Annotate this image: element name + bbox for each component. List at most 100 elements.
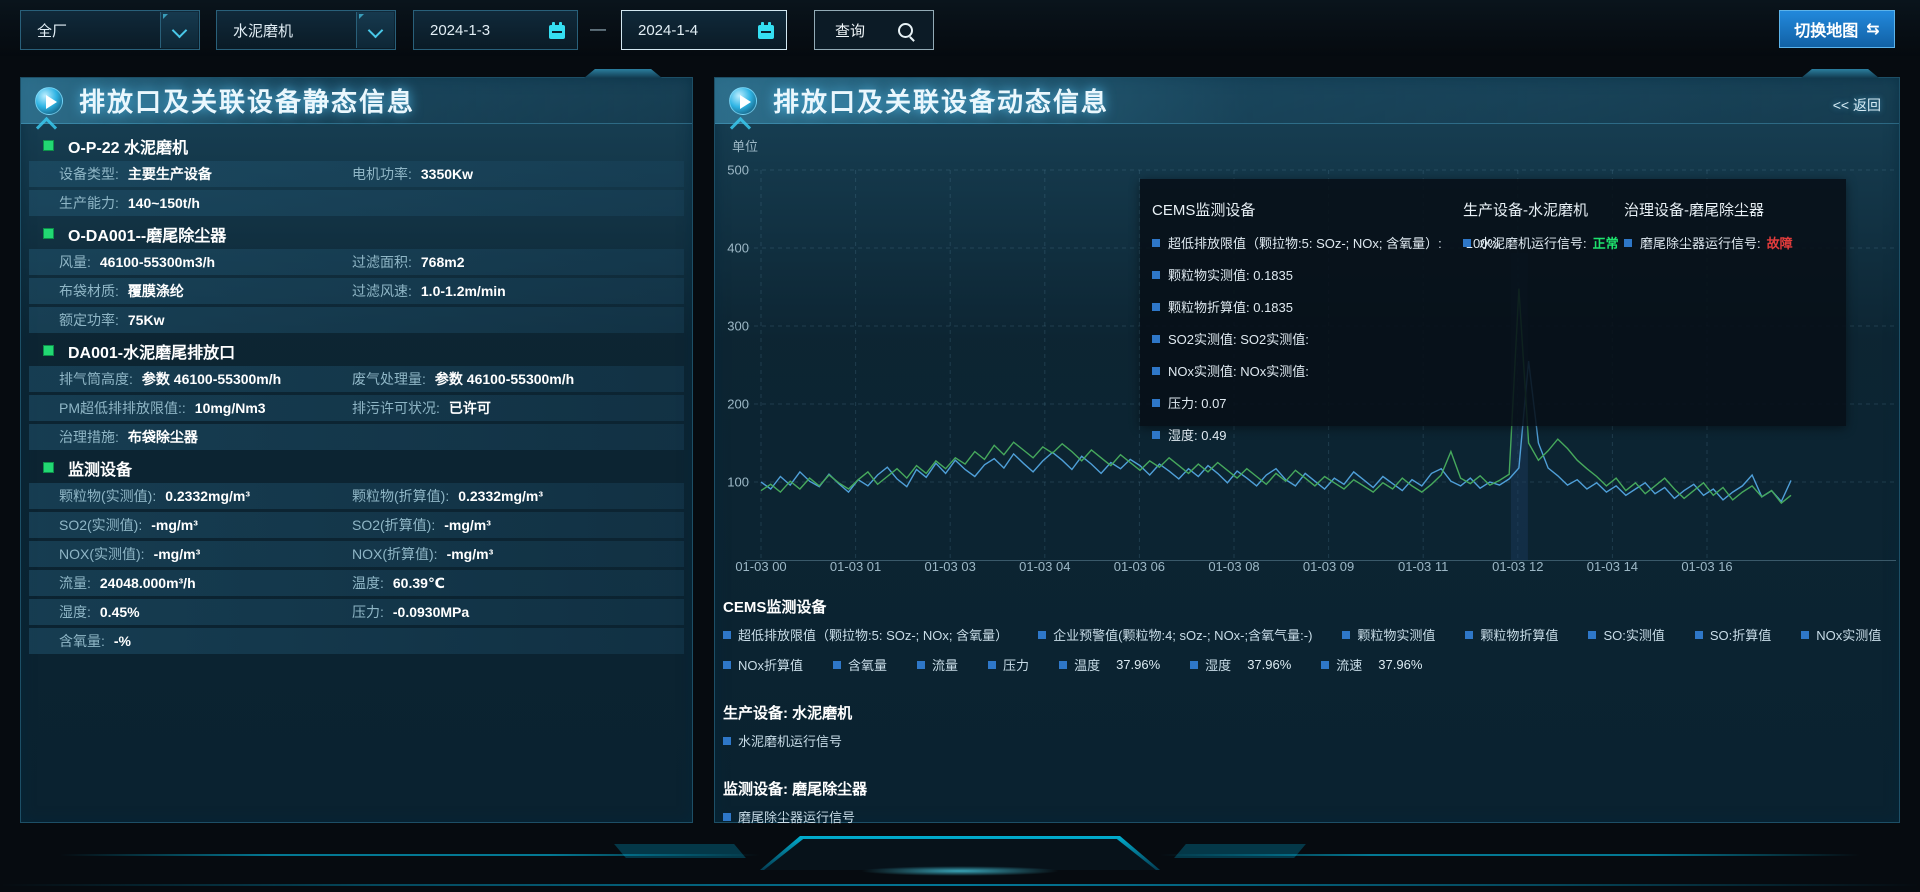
info-cell: 过滤面积:768m2 xyxy=(352,252,464,272)
tooltip-item: NOx实测值: NOx实测值: xyxy=(1152,361,1499,380)
footer-decoration xyxy=(0,826,1920,892)
legend-item[interactable]: 流量 xyxy=(917,655,958,674)
info-cell: NOX(折算值):-mg/m³ xyxy=(352,544,493,564)
info-cell: 湿度:0.45% xyxy=(59,602,352,622)
chart-tooltip: CEMS监测设备超低排放限值（颗拉物:5: SOz-; NOx; 含氧量）:10… xyxy=(1140,179,1846,426)
tooltip-item: 颗粒物实测值: 0.1835 xyxy=(1152,265,1499,284)
top-toolbar: 全厂 水泥磨机 2024-1-3 — 2024-1-4 xyxy=(0,0,1920,56)
legend-item[interactable]: SO:折算值 xyxy=(1695,625,1771,644)
legend-item-label: 压力 xyxy=(1003,655,1029,674)
tooltip-item-text: 压力: 0.07 xyxy=(1168,393,1227,412)
info-value: 0.2332mg/m³ xyxy=(165,488,250,504)
panel-tab-decoration xyxy=(584,69,662,78)
info-label: 含氧量: xyxy=(59,631,105,651)
info-label: 生产能力: xyxy=(59,193,119,213)
calendar-icon[interactable] xyxy=(547,21,567,41)
legend-item[interactable]: NOx折算值 xyxy=(723,655,803,674)
info-label: 颗粒物(实测值): xyxy=(59,486,156,506)
calendar-icon[interactable] xyxy=(756,21,776,41)
info-row: 颗粒物(实测值): 0.2332mg/m³ 颗粒物(折算值):0.2332mg/m³ xyxy=(29,483,684,509)
info-cell: SO2(实测值):-mg/m³ xyxy=(59,515,352,535)
info-value: 768m2 xyxy=(421,254,465,270)
legend-item[interactable]: 流速37.96% xyxy=(1321,655,1422,674)
info-cell: 流量:24048.000m³/h xyxy=(59,573,352,593)
legend-group-header: 生产设备: 水泥磨机 xyxy=(723,702,1895,720)
y-axis-unit-label: 单位 xyxy=(732,136,758,155)
swap-arrows-icon: ⇆ xyxy=(1866,19,1879,39)
legend-item[interactable]: 磨尾除尘器运行信号 xyxy=(723,807,855,826)
info-cell: 额定功率:75Kw xyxy=(59,310,352,330)
legend-square-icon xyxy=(1152,303,1160,311)
legend-item[interactable]: 颗粒物实测值 xyxy=(1342,625,1435,644)
info-cell: 废气处理量:参数 46100-55300m/h xyxy=(352,369,574,389)
section-title: DA001-水泥磨尾排放口 xyxy=(68,339,235,363)
info-label: 颗粒物(折算值): xyxy=(352,486,449,506)
legend-group-header: CEMS监测设备 xyxy=(723,596,1895,614)
legend-item[interactable]: 含氧量 xyxy=(833,655,887,674)
section-bullet-icon xyxy=(43,140,54,151)
tooltip-item: 水泥磨机运行信号:正常 xyxy=(1463,233,1619,252)
info-cell: 含氧量:-% xyxy=(59,631,352,651)
status-badge: 故障 xyxy=(1767,233,1793,252)
info-value: 1.0-1.2m/min xyxy=(421,283,506,299)
info-row: 湿度:0.45%压力: -0.0930MPa xyxy=(29,599,684,625)
y-axis-tick: 400 xyxy=(715,241,749,256)
start-date-input[interactable]: 2024-1-3 xyxy=(413,10,578,50)
info-label: 过滤风速: xyxy=(352,281,412,301)
legend-item-label: SO:折算值 xyxy=(1710,625,1771,644)
info-label: 排污许可状况: xyxy=(352,398,440,418)
panel-tab-decoration xyxy=(1801,69,1879,78)
info-label: 温度: xyxy=(352,573,384,593)
legend-item-label: 颗粒物实测值 xyxy=(1357,625,1435,644)
chart-legend: CEMS监测设备超低排放限值（颗拉物:5: SOz-; NOx; 含氧量） 企业预… xyxy=(723,596,1895,826)
chevron-down-icon[interactable] xyxy=(160,12,198,48)
plant-select[interactable]: 全厂 xyxy=(20,10,200,50)
section-header: O-P-22 水泥磨机 xyxy=(29,131,684,160)
info-cell: 布袋材质:覆膜涤纶 xyxy=(59,281,352,301)
legend-item-label: 流速 xyxy=(1336,655,1362,674)
tooltip-item-text: SO2实测值: SO2实测值: xyxy=(1168,329,1309,348)
info-label: PM超低排排放限值:: xyxy=(59,398,186,418)
info-row: 生产能力:140~150t/h xyxy=(29,190,684,216)
tooltip-item-text: 湿度: 0.49 xyxy=(1168,425,1227,444)
legend-square-icon xyxy=(723,813,731,821)
legend-item[interactable]: 颗粒物折算值 xyxy=(1465,625,1558,644)
tooltip-item-text: 颗粒物折算值: 0.1835 xyxy=(1168,297,1293,316)
legend-item[interactable]: 企业预警值(颗粒物:4; sOz-; NOx-;含氧气量:-) xyxy=(1038,625,1312,644)
legend-item[interactable]: 压力 xyxy=(988,655,1029,674)
legend-item[interactable]: 水泥磨机运行信号 xyxy=(723,731,842,750)
legend-square-icon xyxy=(1695,631,1703,639)
end-date-input[interactable]: 2024-1-4 xyxy=(621,10,787,50)
legend-item[interactable]: NOx实测值 xyxy=(1801,625,1881,644)
query-button[interactable]: 查询 xyxy=(814,10,934,50)
info-label: NOX(折算值): xyxy=(352,544,438,564)
tooltip-item-text: 颗粒物实测值: 0.1835 xyxy=(1168,265,1293,284)
legend-square-icon xyxy=(1152,335,1160,343)
tooltip-item: 超低排放限值（颗拉物:5: SOz-; NOx; 含氧量）:100% xyxy=(1152,233,1499,252)
info-cell: 电机功率:3350Kw xyxy=(352,164,473,184)
info-value: 46100-55300m3/h xyxy=(100,254,215,270)
info-value: -0.0930MPa xyxy=(393,604,469,620)
section-title: 监测设备 xyxy=(68,456,132,480)
switch-map-button[interactable]: 切换地图 ⇆ xyxy=(1779,10,1895,48)
dynamic-info-panel: 排放口及关联设备动态信息 << 返回 单位 10020030040050001-… xyxy=(714,77,1900,823)
device-select-value: 水泥磨机 xyxy=(217,20,293,41)
legend-square-icon xyxy=(1152,271,1160,279)
legend-item[interactable]: 湿度37.96% xyxy=(1190,655,1291,674)
legend-item[interactable]: 超低排放限值（颗拉物:5: SOz-; NOx; 含氧量） xyxy=(723,625,1008,644)
device-select[interactable]: 水泥磨机 xyxy=(216,10,396,50)
legend-item[interactable]: 温度37.96% xyxy=(1059,655,1160,674)
info-cell: 颗粒物(折算值):0.2332mg/m³ xyxy=(352,486,543,506)
legend-square-icon xyxy=(1059,661,1067,669)
legend-item[interactable]: SO:实测值 xyxy=(1588,625,1664,644)
info-cell: 生产能力:140~150t/h xyxy=(59,193,352,213)
legend-item-label: 颗粒物折算值 xyxy=(1480,625,1558,644)
legend-square-icon xyxy=(723,661,731,669)
legend-square-icon xyxy=(917,661,925,669)
back-link[interactable]: << 返回 xyxy=(1833,95,1881,115)
info-row: 风量:46100-55300m3/h过滤面积:768m2 xyxy=(29,249,684,275)
legend-item-label: 水泥磨机运行信号 xyxy=(738,731,842,750)
legend-row: 超低排放限值（颗拉物:5: SOz-; NOx; 含氧量） 企业预警值(颗粒物:4… xyxy=(723,625,1895,644)
info-label: 压力: xyxy=(352,602,384,622)
chevron-down-icon[interactable] xyxy=(356,12,394,48)
